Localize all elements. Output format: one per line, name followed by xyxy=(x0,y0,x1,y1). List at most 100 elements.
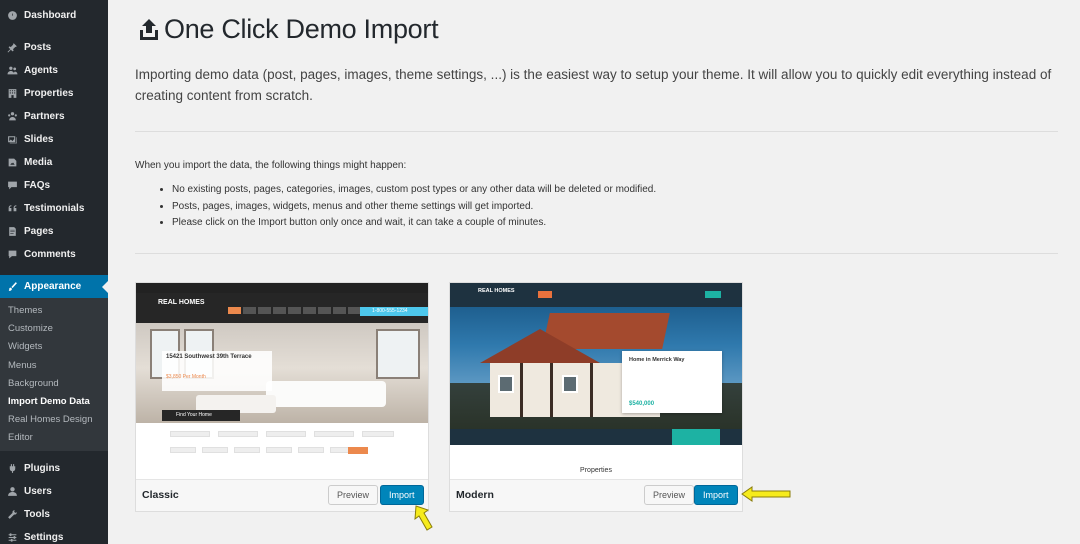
app-window: Dashboard Posts Agents Properties Partne… xyxy=(0,0,1080,544)
submenu-item-editor[interactable]: Editor xyxy=(0,429,108,447)
house-window xyxy=(562,375,578,393)
sidebar-item-label: Pages xyxy=(24,226,54,237)
groups-icon xyxy=(6,111,18,123)
hero-sofa xyxy=(266,381,386,407)
sidebar-item-label: Posts xyxy=(24,42,52,53)
demo-screenshot-modern[interactable]: REAL HOMES Home in Merrick Way $540,000 xyxy=(450,283,742,479)
classic-phone: 1-800-555-1234 xyxy=(360,307,428,316)
sidebar-item-label: Slides xyxy=(24,134,54,145)
sidebar-item-label: Users xyxy=(24,485,52,497)
house-beam xyxy=(550,363,553,417)
plugin-icon xyxy=(6,462,18,474)
house-beam xyxy=(590,363,593,417)
classic-property-card: 15421 Southwest 39th Terrace $3,850 Per … xyxy=(162,351,272,391)
classic-logo: REAL HOMES xyxy=(158,299,205,306)
submenu-item-menus[interactable]: Menus xyxy=(0,357,108,375)
house-window xyxy=(498,375,514,393)
demo-actions: Classic Preview Import xyxy=(136,479,428,511)
divider xyxy=(135,131,1058,132)
sidebar-item-agents[interactable]: Agents xyxy=(0,59,108,82)
sidebar-item-posts[interactable]: Posts xyxy=(0,36,108,59)
sidebar-item-label: Tools xyxy=(24,508,50,520)
pin-icon xyxy=(6,42,18,54)
import-button-modern[interactable]: Import xyxy=(694,485,738,505)
sidebar-item-label: Testimonials xyxy=(24,203,85,214)
sidebar-item-pages[interactable]: Pages xyxy=(0,220,108,243)
modern-property-price: $540,000 xyxy=(629,401,655,407)
modern-section-title: Properties xyxy=(580,467,612,474)
classic-topbar xyxy=(136,283,428,293)
sidebar-item-settings[interactable]: Settings xyxy=(0,526,108,544)
sidebar-item-label: Appearance xyxy=(24,281,82,292)
sidebar-item-partners[interactable]: Partners xyxy=(0,105,108,128)
demo-card-classic: REAL HOMES 1-800-555-1234 15421 Southwes… xyxy=(135,282,429,512)
users-icon xyxy=(6,65,18,77)
sidebar-item-label: FAQs xyxy=(24,180,51,191)
sidebar-item-slides[interactable]: Slides xyxy=(0,128,108,151)
upload-icon xyxy=(140,18,158,40)
quote-icon xyxy=(6,203,18,215)
sidebar-item-label: Media xyxy=(24,157,53,168)
classic-search-tab: Find Your Home xyxy=(162,410,240,421)
arrow-pointer-icon xyxy=(741,486,791,502)
sidebar-item-tools[interactable]: Tools xyxy=(0,503,108,526)
sidebar-item-testimonials[interactable]: Testimonials xyxy=(0,197,108,220)
info-list: No existing posts, pages, categories, im… xyxy=(156,182,656,232)
preview-button-classic[interactable]: Preview xyxy=(328,485,379,505)
modern-logo: REAL HOMES xyxy=(478,288,515,294)
hero-window xyxy=(376,329,420,379)
classic-search-button xyxy=(348,447,368,454)
images-icon xyxy=(6,134,18,146)
classic-nav xyxy=(228,307,361,314)
appearance-submenu: Themes Customize Widgets Menus Backgroun… xyxy=(0,298,108,451)
sidebar-item-plugins[interactable]: Plugins xyxy=(0,457,108,480)
sidebar-item-appearance[interactable]: Appearance xyxy=(0,275,108,298)
classic-property-price: $3,850 Per Month xyxy=(166,374,206,380)
sidebar-item-comments[interactable]: Comments xyxy=(0,243,108,266)
sidebar-item-label: Partners xyxy=(24,111,65,122)
demo-name: Modern xyxy=(456,489,494,501)
page-icon xyxy=(6,226,18,238)
main-content: One Click Demo Import Importing demo dat… xyxy=(108,0,1080,544)
modern-property-card: Home in Merrick Way $540,000 xyxy=(622,351,722,413)
sidebar-item-faqs[interactable]: FAQs xyxy=(0,174,108,197)
hero-roof xyxy=(480,329,600,363)
demo-card-modern: REAL HOMES Home in Merrick Way $540,000 xyxy=(449,282,743,512)
building-icon xyxy=(6,88,18,100)
sidebar-item-label: Agents xyxy=(24,65,58,76)
submenu-item-real-homes-design[interactable]: Real Homes Design xyxy=(0,411,108,429)
sidebar-item-media[interactable]: Media xyxy=(0,151,108,174)
submenu-item-import-demo-data[interactable]: Import Demo Data xyxy=(0,393,108,411)
modern-nav-home xyxy=(538,291,552,298)
info-heading: When you import the data, the following … xyxy=(135,160,407,171)
modern-header xyxy=(450,283,742,307)
sidebar-item-label: Settings xyxy=(24,531,64,543)
settings-icon xyxy=(6,531,18,543)
submenu-item-themes[interactable]: Themes xyxy=(0,302,108,320)
preview-button-modern[interactable]: Preview xyxy=(644,485,695,505)
sidebar-item-users[interactable]: Users xyxy=(0,480,108,503)
comment-icon xyxy=(6,249,18,261)
classic-property-title: 15421 Southwest 39th Terrace xyxy=(166,354,252,360)
info-item: Posts, pages, images, widgets, menus and… xyxy=(172,199,656,216)
modern-search-button xyxy=(672,429,720,445)
wrench-icon xyxy=(6,508,18,520)
submenu-item-widgets[interactable]: Widgets xyxy=(0,338,108,356)
paintbrush-icon xyxy=(6,281,18,293)
demo-name: Classic xyxy=(142,489,179,501)
sidebar-item-properties[interactable]: Properties xyxy=(0,82,108,105)
info-item: Please click on the Import button only o… xyxy=(172,215,656,232)
modern-property-title: Home in Merrick Way xyxy=(629,357,685,363)
admin-sidebar: Dashboard Posts Agents Properties Partne… xyxy=(0,0,108,544)
sidebar-item-label: Comments xyxy=(24,249,76,260)
sidebar-item-dashboard[interactable]: Dashboard xyxy=(0,4,108,27)
faq-icon xyxy=(6,180,18,192)
media-icon xyxy=(6,157,18,169)
modern-submit-button xyxy=(705,291,721,298)
submenu-item-background[interactable]: Background xyxy=(0,375,108,393)
demo-actions: Modern Preview Import xyxy=(450,479,742,511)
submenu-item-customize[interactable]: Customize xyxy=(0,320,108,338)
demo-screenshot-classic[interactable]: REAL HOMES 1-800-555-1234 15421 Southwes… xyxy=(136,283,428,479)
sidebar-item-label: Properties xyxy=(24,88,74,99)
page-header: One Click Demo Import xyxy=(138,14,439,45)
